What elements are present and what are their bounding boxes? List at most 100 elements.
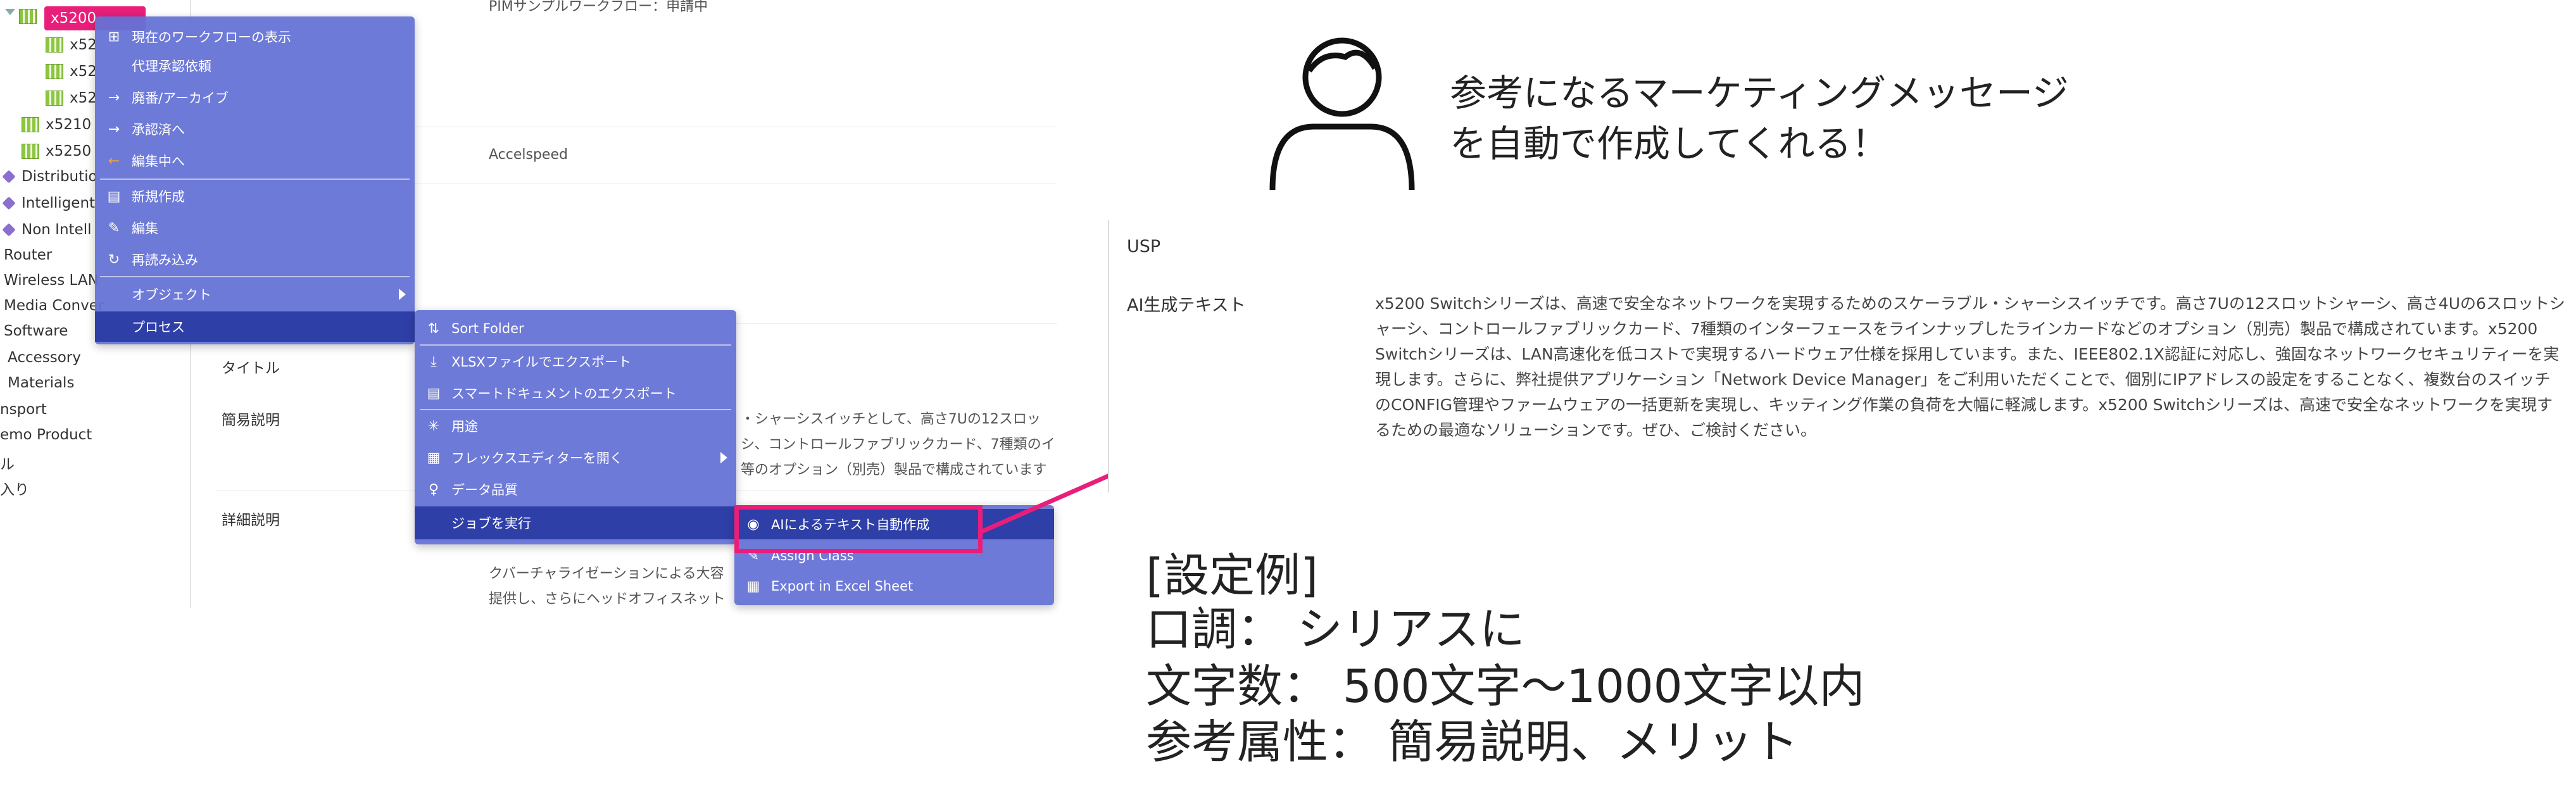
tree-item[interactable]: 入り [0,477,29,499]
tree-item[interactable]: Non Intell [2,222,91,238]
menu-item-new[interactable]: ▤ 新規作成 [95,182,415,210]
tree-item[interactable]: nsport [0,401,47,418]
menu-item-run-job[interactable]: ジョブを実行 [415,506,736,539]
category-icon [2,223,16,237]
product-icon [19,9,37,24]
tree-item[interactable]: Distributio [2,168,97,185]
sparkle-icon: ✳ [427,418,440,434]
submenu-arrow-icon [399,289,406,300]
tree-item[interactable]: x52 [46,63,97,80]
category-icon [2,196,16,210]
menu-item-edit[interactable]: ✎ 編集 [95,214,415,242]
user-icon [1269,37,1415,191]
tree-item-label: x5250 [46,143,92,160]
arrow-left-icon: ← [108,153,120,169]
menu-item-label: 現在のワークフローの表示 [132,30,291,45]
tree-item[interactable]: Media Conver [4,298,104,314]
tree-item-label: Media Conver [4,298,104,314]
menu-item-show-workflow[interactable]: ⊞ 現在のワークフローの表示 [95,23,415,51]
reload-icon: ↻ [108,251,120,268]
new-doc-icon: ▤ [107,188,121,204]
menu-item-proxy-approval[interactable]: 代理承認依頼 [95,52,415,80]
tree-item[interactable]: Wireless LAN [4,272,99,289]
tree-item[interactable]: Software [4,323,68,339]
sheet-icon: ▦ [746,578,760,594]
menu-item-flex-editor[interactable]: ▦ フレックスエディターを開く [415,443,736,472]
menu-item-label: 廃番/アーカイブ [132,91,229,106]
field-label-detail-description: 詳細説明 [222,512,280,529]
menu-item-label: 編集 [132,221,158,236]
menu-item-reload[interactable]: ↻ 再読み込み [95,246,415,273]
tree-item[interactable]: Intelligent [2,195,96,211]
tree-item-label: Distributio [22,168,97,185]
ai-text-label: AI生成テキスト [1127,296,1246,315]
submenu-arrow-icon [720,452,727,463]
tree-item[interactable]: x52 [46,37,97,53]
arrow-right-icon: → [108,121,120,137]
callout-line-2: を自動で作成してくれる！ [1450,122,1888,165]
tree-item-label: 入り [0,482,29,498]
menu-item-archive[interactable]: → 廃番/アーカイブ [95,84,415,111]
ai-generated-text: x5200 Switchシリーズは、高速で安全なネットワークを実現するためのスケ… [1375,294,2565,439]
document-icon: ▤ [427,385,441,401]
menu-item-data-quality[interactable]: ♀ データ品質 [415,475,736,504]
context-menu: ⊞ 現在のワークフローの表示 代理承認依頼 → 廃番/アーカイブ → 承認済へ ← 編集… [95,16,415,344]
tree-item-label: ル [0,456,15,473]
tree-item-label: Wireless LAN [4,272,99,289]
product-icon [46,64,63,79]
tree-node-icon [19,9,37,24]
menu-item-sort-folder[interactable]: ⇅ Sort Folder [415,314,736,343]
tree-item[interactable]: emo Product [0,427,92,443]
menu-separator [100,276,410,277]
tree-item[interactable]: Materials [8,375,74,391]
menu-separator [420,409,731,410]
menu-separator [420,344,731,346]
sort-icon: ⇅ [427,320,440,337]
download-icon: ⤓ [430,353,437,370]
tree-expand-toggle[interactable] [5,9,15,15]
menu-item-label: ジョブを実行 [451,516,531,531]
field-value-detail-description: 提供し、さらにヘッドオフィスネット [489,591,726,607]
tree-item-label: x52 [70,37,97,53]
menu-item-label: フレックスエディターを開く [451,451,623,466]
tree-item-label: Intelligent [22,195,96,211]
menu-item-label: 編集中へ [132,154,185,169]
product-icon [46,37,63,53]
tree-item[interactable]: Accessory [8,349,81,366]
menu-separator [100,179,410,180]
menu-item-label: オブジェクト [132,287,211,303]
menu-item-label: Sort Folder [451,321,524,336]
menu-item-export-excel[interactable]: ▦ Export in Excel Sheet [734,572,1054,600]
tree-item-label: Router [4,247,53,263]
product-icon [46,91,63,106]
tree-item-label: Accessory [8,349,81,366]
usp-panel: USP AI生成テキスト x5200 Switchシリーズは、高速で安全なネット… [1108,220,2576,492]
menu-item-smart-document-export[interactable]: ▤ スマートドキュメントのエクスポート [415,379,736,408]
tree-item[interactable]: x5250 [22,143,91,160]
tree-item[interactable]: x5210 [22,116,91,133]
tree-item-label: x52 [70,90,97,106]
highlight-box [734,505,983,553]
menu-item-xlsx-export[interactable]: ⤓ XLSXファイルでエクスポート [415,347,736,376]
usp-label: USP [1127,237,1161,256]
tree-item[interactable]: Router [4,247,52,263]
menu-item-label: Export in Excel Sheet [771,579,914,594]
example-attributes: 参考属性： 簡易説明、メリット [1146,715,1799,768]
menu-item-label: プロセス [132,320,185,335]
menu-item-process[interactable]: プロセス [95,311,415,342]
tree-item[interactable]: x52 [46,90,97,106]
menu-item-label: スマートドキュメントのエクスポート [451,386,677,401]
workflow-icon: ⊞ [108,28,120,45]
menu-item-object[interactable]: オブジェクト [95,280,415,309]
field-value-accelspeed: Accelspeed [489,147,568,163]
menu-item-label: データ品質 [451,482,518,498]
tree-item[interactable]: ル [0,452,15,473]
workflow-status: PIMサンプルワークフロー：申請中 [489,0,708,15]
category-icon [2,170,16,184]
chevron-down-icon [5,9,15,15]
menu-item-approved[interactable]: → 承認済へ [95,115,415,143]
menu-item-label: 新規作成 [132,189,185,204]
tree-item-label: Software [4,323,68,339]
menu-item-usage[interactable]: ✳ 用途 [415,411,736,441]
menu-item-editing[interactable]: ← 編集中へ [95,147,415,175]
